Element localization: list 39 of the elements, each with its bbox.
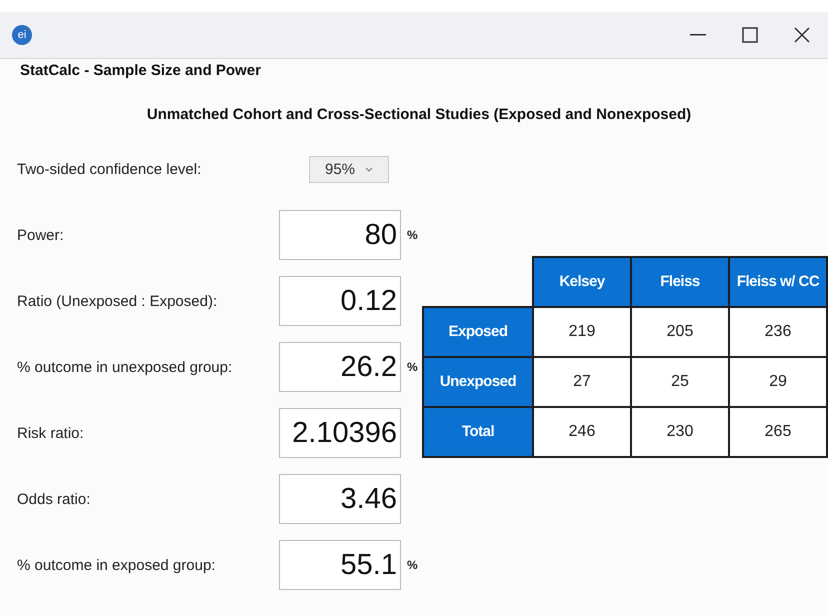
field-label: Odds ratio: xyxy=(17,490,92,508)
maximize-icon xyxy=(742,27,758,43)
column-header: Fleiss xyxy=(631,257,729,307)
field-label: Power: xyxy=(17,226,65,244)
field-label: % outcome in exposed group: xyxy=(17,556,216,574)
input-field[interactable]: 55.1 xyxy=(279,540,401,590)
table-cell: 219 xyxy=(533,307,631,357)
table-cell: 205 xyxy=(631,307,729,357)
table-cell: 236 xyxy=(729,307,827,357)
table-cell: 265 xyxy=(729,407,827,457)
input-field[interactable]: 26.2 xyxy=(279,342,401,392)
row-header: Exposed xyxy=(423,307,533,357)
field-label: Two-sided confidence level: xyxy=(17,160,202,178)
column-header: Fleiss w/ CC xyxy=(729,257,827,307)
input-field[interactable]: 3.46 xyxy=(279,474,401,524)
heading: Unmatched Cohort and Cross-Sectional Studies (Exposed and Nonexposed) xyxy=(146,106,692,125)
field-label: Risk ratio: xyxy=(17,424,85,442)
chevron-icon xyxy=(365,166,374,172)
column-header: Kelsey xyxy=(533,257,631,307)
table-cell: 230 xyxy=(631,407,729,457)
field-label: Ratio (Unexposed : Exposed): xyxy=(17,292,218,310)
unit-label: % xyxy=(407,360,418,374)
input-field[interactable]: 0.12 xyxy=(279,276,401,326)
window-title: StatCalc - Sample Size and Power xyxy=(19,61,262,81)
table-cell: 246 xyxy=(533,407,631,457)
table-cell: 27 xyxy=(533,357,631,407)
app-icon: ei xyxy=(12,25,32,45)
row-header: Total xyxy=(423,407,533,457)
field-label: % outcome in unexposed group: xyxy=(17,358,234,376)
minimize-icon xyxy=(690,34,706,36)
table-cell: 29 xyxy=(729,357,827,407)
input-field[interactable]: 2.10396 xyxy=(279,408,401,458)
close-icon xyxy=(794,27,810,43)
unit-label: % xyxy=(407,558,418,572)
confidence-dropdown[interactable]: 95% xyxy=(309,156,389,182)
row-header: Unexposed xyxy=(423,357,533,407)
table-cell: 25 xyxy=(631,357,729,407)
input-field[interactable]: 80 xyxy=(279,210,401,260)
unit-label: % xyxy=(407,228,418,242)
